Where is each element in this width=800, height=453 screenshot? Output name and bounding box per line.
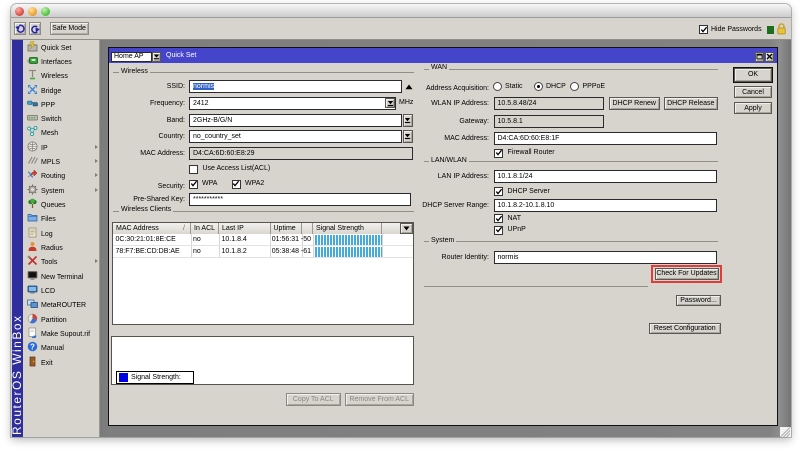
svg-text:?: ?	[30, 343, 35, 352]
